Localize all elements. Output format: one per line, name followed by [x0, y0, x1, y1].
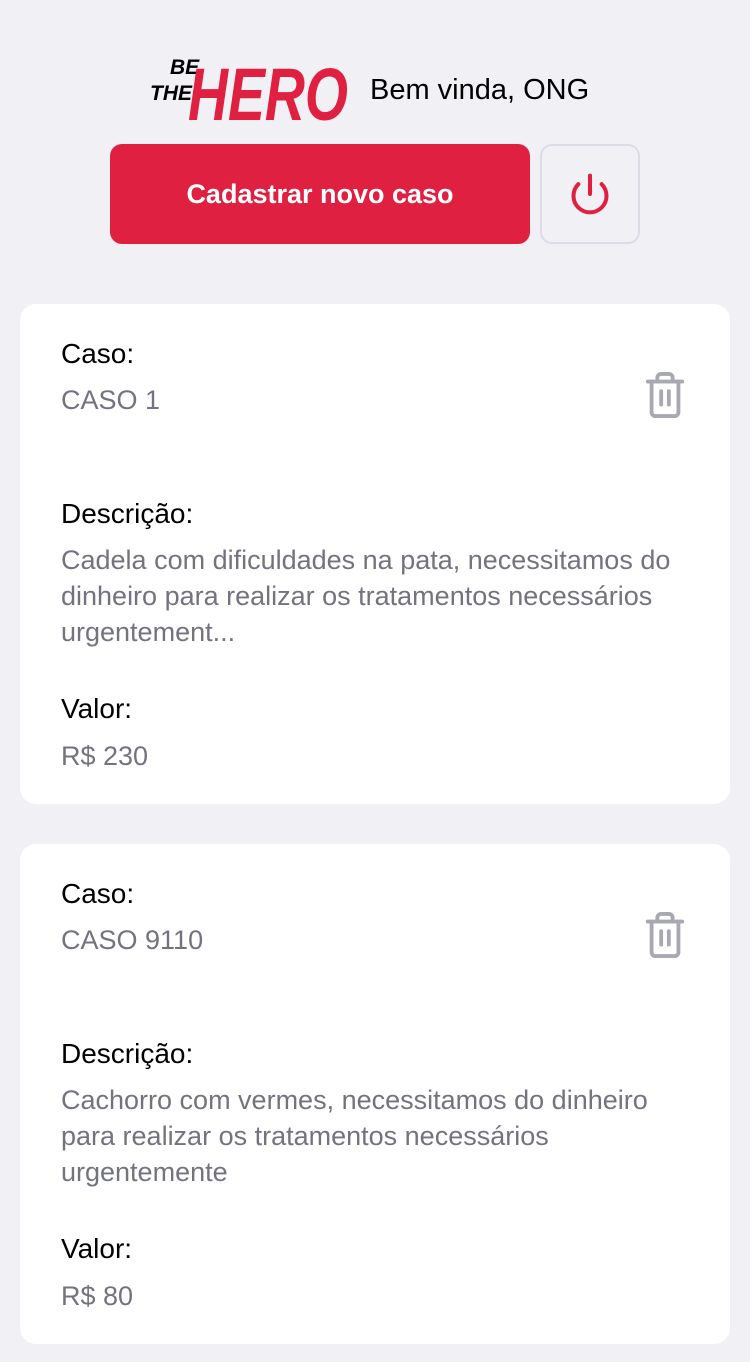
case-description-value: Cachorro com vermes, necessitamos do din…: [61, 1085, 648, 1187]
case-card: Caso: CASO 9110 Descrição: Cachorro com …: [20, 844, 730, 1344]
welcome-text: Bem vinda, ONG: [370, 74, 590, 106]
case-value-amount: R$ 80: [61, 1281, 134, 1311]
case-value-label: Valor:: [61, 1233, 133, 1264]
case-title-label: Caso:: [61, 878, 135, 909]
profile-page: BE THE HERO Bem vinda, ONG Cadastrar nov…: [0, 0, 750, 1362]
case-card: Caso: CASO 1 Descrição: Cadela com dific…: [20, 304, 730, 804]
header: BE THE HERO Bem vinda, ONG Cadastrar nov…: [0, 0, 750, 260]
logo-the: THE: [150, 82, 193, 105]
logout-button[interactable]: [540, 144, 640, 244]
case-title-value: CASO 1: [61, 385, 161, 415]
case-description-label: Descrição:: [61, 498, 194, 529]
case-title-label: Caso:: [61, 338, 135, 369]
be-the-hero-logo: BE THE HERO: [150, 53, 348, 128]
new-case-button[interactable]: Cadastrar novo caso: [110, 144, 530, 244]
trash-icon: [645, 912, 685, 958]
logo-hero: HERO: [188, 53, 348, 128]
new-case-label: Cadastrar novo caso: [186, 178, 454, 209]
case-value-label: Valor:: [61, 693, 133, 724]
delete-case-button[interactable]: [638, 368, 692, 422]
trash-icon: [645, 371, 685, 418]
case-description-label: Descrição:: [61, 1038, 194, 1069]
power-icon: [571, 173, 609, 215]
delete-case-button[interactable]: [638, 908, 692, 962]
case-title-value: CASO 9110: [61, 925, 204, 955]
case-description-value: Cadela com dificuldades na pata, necessi…: [61, 545, 671, 647]
case-value-amount: R$ 230: [61, 741, 149, 771]
